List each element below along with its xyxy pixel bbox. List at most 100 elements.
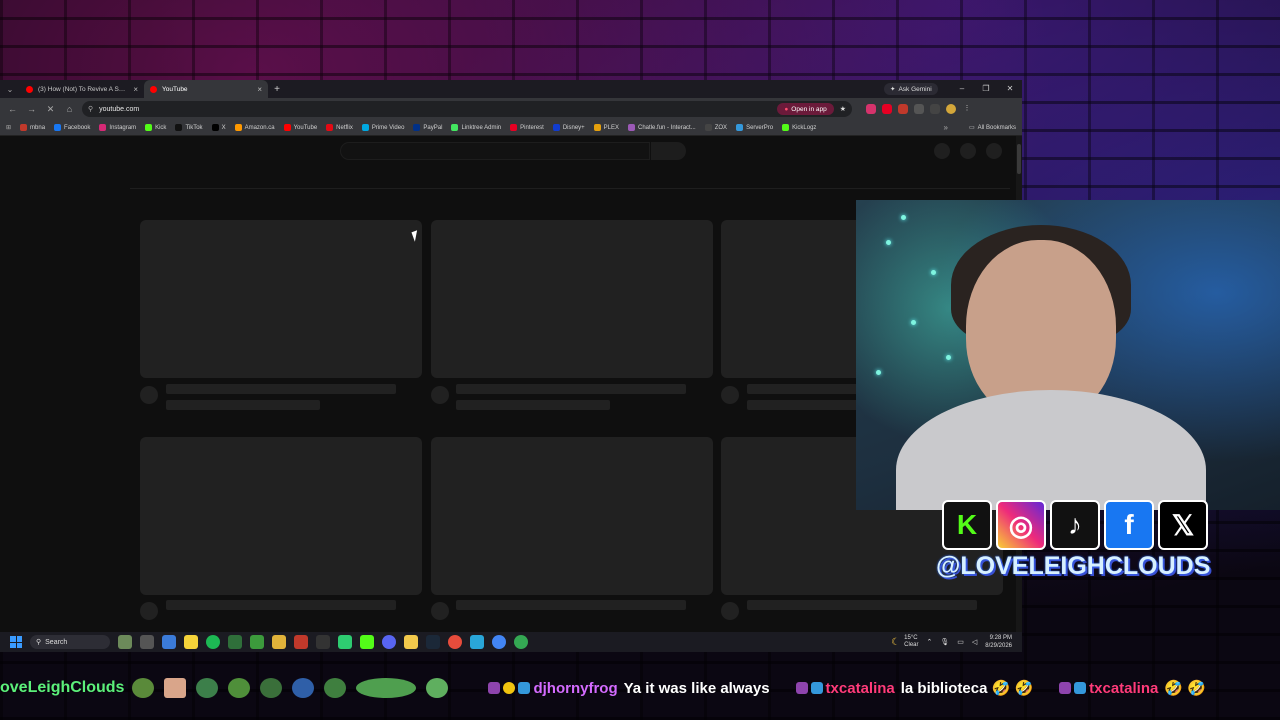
scrollbar-thumb[interactable] bbox=[1017, 144, 1021, 174]
bookmark-item[interactable]: mbna bbox=[20, 124, 45, 131]
date: 8/29/2026 bbox=[985, 643, 1012, 649]
bookmark-item[interactable]: ZOX bbox=[704, 124, 727, 131]
tab-video[interactable]: (3) How (Not) To Revive A Show × bbox=[20, 80, 144, 98]
extension-icon[interactable] bbox=[898, 104, 908, 114]
task-view-icon[interactable] bbox=[140, 635, 154, 649]
all-bookmarks-button[interactable]: ▭ All Bookmarks bbox=[968, 124, 1016, 132]
bookmark-item[interactable]: YouTube bbox=[283, 124, 317, 131]
bookmark-item[interactable]: Kick bbox=[145, 124, 166, 131]
bookmark-item[interactable]: Pinterest bbox=[510, 124, 544, 131]
stop-loading-button[interactable]: ✕ bbox=[44, 104, 57, 115]
chrome-icon[interactable] bbox=[514, 635, 528, 649]
discord-icon[interactable] bbox=[382, 635, 396, 649]
bookmark-label: Chatle.fun - Interact... bbox=[638, 124, 696, 131]
video-thumbnail-skeleton bbox=[431, 437, 713, 595]
forward-button[interactable]: → bbox=[25, 104, 38, 114]
network-icon[interactable]: ▭ bbox=[957, 638, 964, 646]
bookmark-item[interactable]: Disney+ bbox=[552, 124, 585, 131]
light-dot bbox=[931, 270, 936, 275]
bookmark-item[interactable]: Netflix bbox=[326, 124, 353, 131]
home-button[interactable]: ⌂ bbox=[63, 104, 76, 114]
kick-icon[interactable] bbox=[360, 635, 374, 649]
clock[interactable]: 9:28 PM 8/29/2026 bbox=[985, 634, 1012, 650]
ask-gemini-button[interactable]: ✦ Ask Gemini bbox=[884, 83, 938, 95]
light-dot bbox=[901, 215, 906, 220]
pinterest-extension-icon[interactable] bbox=[882, 104, 892, 114]
spotify-icon[interactable] bbox=[206, 635, 220, 649]
channel-avatar-skeleton bbox=[721, 602, 739, 620]
profile-avatar-icon[interactable] bbox=[946, 104, 956, 114]
weather-widget[interactable]: ☾ 15°C Clear bbox=[891, 635, 918, 649]
bookmark-star-icon[interactable]: ★ bbox=[840, 105, 846, 113]
open-in-app-label: Open in app bbox=[791, 105, 827, 113]
minecraft-icon[interactable] bbox=[250, 635, 264, 649]
x-icon: 𝕏 bbox=[1158, 500, 1208, 550]
sparkle-icon: ✦ bbox=[890, 86, 896, 93]
steam-icon[interactable] bbox=[426, 635, 440, 649]
extension-icon[interactable] bbox=[866, 104, 876, 114]
microphone-icon[interactable]: 🎙 bbox=[940, 638, 949, 646]
chat-username: txcatalina bbox=[1089, 679, 1159, 697]
sub-badge-icon bbox=[795, 682, 808, 694]
bookmark-item[interactable]: TikTok bbox=[175, 124, 203, 131]
bookmark-item[interactable]: Facebook bbox=[54, 124, 90, 131]
new-tab-button[interactable]: + bbox=[268, 84, 286, 95]
address-bar[interactable]: ⚲ youtube.com ● Open in app ★ bbox=[82, 101, 852, 117]
bookmark-favicon-icon bbox=[145, 124, 153, 131]
maximize-button[interactable]: ❐ bbox=[974, 80, 998, 98]
bookmark-label: Prime Video bbox=[371, 124, 405, 131]
bookmark-item[interactable]: Amazon.ca bbox=[234, 124, 275, 131]
url-text: youtube.com bbox=[99, 105, 140, 113]
moon-icon: ☾ bbox=[891, 636, 901, 648]
bookmark-item[interactable]: Prime Video bbox=[361, 124, 405, 131]
bookmark-item[interactable]: Chatle.fun - Interact... bbox=[628, 124, 696, 131]
play-icon[interactable] bbox=[338, 635, 352, 649]
folder-icon: ▭ bbox=[968, 125, 975, 131]
app-icon[interactable] bbox=[272, 635, 286, 649]
site-info-icon[interactable]: ⚲ bbox=[88, 105, 93, 113]
close-window-button[interactable]: ✕ bbox=[998, 80, 1022, 98]
tab-search-icon[interactable]: ⌄ bbox=[0, 85, 20, 94]
emote-icon bbox=[260, 678, 283, 698]
bookmark-item[interactable]: PayPal bbox=[413, 124, 442, 131]
app-icon[interactable] bbox=[470, 635, 484, 649]
bookmark-label: Linktree Admin bbox=[461, 124, 502, 131]
bookmark-item[interactable]: ServerPro bbox=[736, 124, 773, 131]
bookmark-item[interactable]: Instagram bbox=[99, 124, 136, 131]
copilot-icon[interactable] bbox=[162, 635, 176, 649]
bookmark-item[interactable]: PLEX bbox=[593, 124, 619, 131]
close-tab-icon[interactable]: × bbox=[257, 85, 262, 94]
chevron-up-icon[interactable]: ⌃ bbox=[927, 638, 933, 646]
bookmark-item[interactable]: Linktree Admin bbox=[451, 124, 501, 131]
extensions-puzzle-icon[interactable] bbox=[914, 104, 924, 114]
calculator-icon[interactable] bbox=[316, 635, 330, 649]
close-tab-icon[interactable]: × bbox=[133, 85, 138, 94]
chrome-icon[interactable] bbox=[492, 635, 506, 649]
bookmark-favicon-icon bbox=[326, 124, 334, 131]
sticky-notes-icon[interactable] bbox=[184, 635, 198, 649]
more-bookmarks-icon[interactable]: » bbox=[944, 123, 948, 132]
channel-avatar-skeleton bbox=[721, 386, 739, 404]
adobe-icon[interactable] bbox=[294, 635, 308, 649]
file-explorer-icon[interactable] bbox=[404, 635, 418, 649]
back-button[interactable]: ← bbox=[6, 104, 19, 114]
bookmark-favicon-icon bbox=[552, 124, 560, 131]
windows-start-icon[interactable] bbox=[10, 636, 22, 648]
light-dot bbox=[886, 240, 891, 245]
bookmark-label: mbna bbox=[30, 124, 46, 131]
badge-icon bbox=[518, 682, 531, 694]
tab-groups-icon[interactable] bbox=[930, 104, 940, 114]
minimize-button[interactable]: – bbox=[950, 80, 974, 98]
bookmark-favicon-icon bbox=[20, 124, 28, 131]
volume-icon[interactable]: ◁ bbox=[972, 638, 977, 646]
widget-icon[interactable] bbox=[118, 635, 132, 649]
open-in-app-button[interactable]: ● Open in app bbox=[777, 103, 834, 115]
obs-icon[interactable] bbox=[448, 635, 462, 649]
bookmark-item[interactable]: KickLogz bbox=[782, 124, 816, 131]
taskbar-search[interactable]: ⚲ Search bbox=[30, 635, 110, 649]
tab-youtube[interactable]: YouTube × bbox=[144, 80, 268, 98]
bookmark-item[interactable]: X bbox=[211, 124, 226, 131]
more-menu-icon[interactable]: ⋮ bbox=[962, 104, 972, 114]
excel-icon[interactable] bbox=[228, 635, 242, 649]
apps-grid-icon[interactable]: ⊞ bbox=[6, 124, 11, 131]
